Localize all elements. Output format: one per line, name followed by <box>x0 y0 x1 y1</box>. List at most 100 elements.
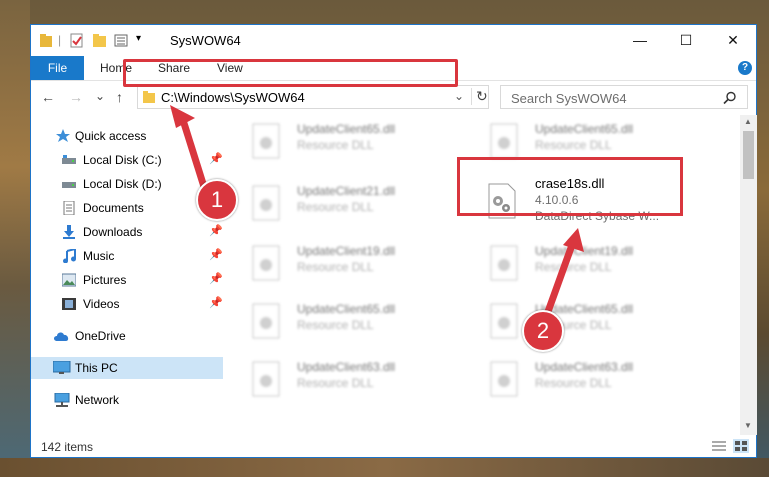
up-icon[interactable]: ↑ <box>116 89 123 105</box>
vertical-scrollbar[interactable]: ▲ ▼ <box>740 115 757 435</box>
file-name: UpdateClient19.dll <box>535 244 634 258</box>
sidebar-item-label: Downloads <box>83 225 143 239</box>
address-bar[interactable]: C:\Windows\SysWOW64 ⌄ ↻ <box>137 85 489 109</box>
properties-icon[interactable] <box>69 33 85 49</box>
sidebar-item-onedrive[interactable]: OneDrive <box>31 325 223 347</box>
minimize-button[interactable]: — <box>617 25 663 56</box>
file-highlight-box <box>457 157 683 216</box>
file-name: UpdateClient65.dll <box>297 122 396 136</box>
callout-1: 1 <box>196 179 238 221</box>
search-icon[interactable] <box>723 91 737 105</box>
cloud-icon <box>54 332 69 341</box>
sidebar-item-label: Local Disk (C:) <box>83 153 162 167</box>
address-dropdown-icon[interactable]: ⌄ <box>454 89 464 103</box>
file-name: UpdateClient65.dll <box>297 302 396 316</box>
sidebar-item-music[interactable]: Music 📌 <box>31 245 223 267</box>
sidebar-item-label: OneDrive <box>75 329 126 343</box>
dll-file-icon <box>252 123 280 159</box>
network-icon <box>54 393 70 407</box>
documents-icon <box>63 201 75 215</box>
customize-icon[interactable] <box>114 33 132 49</box>
desktop-background-bottom <box>0 458 769 477</box>
search-box[interactable]: Search SysWOW64 <box>500 85 748 109</box>
pin-icon[interactable]: 📌 <box>209 296 223 309</box>
file-type: Resource DLL <box>297 260 374 274</box>
file-type: Resource DLL <box>297 318 374 332</box>
sidebar-item-label: Local Disk (D:) <box>83 177 162 191</box>
sidebar-item-quick-access[interactable]: Quick access <box>31 125 223 147</box>
desktop-background <box>0 0 30 477</box>
title-bar: | ▾ SysWOW64 — ☐ ✕ <box>31 25 756 56</box>
search-placeholder: Search SysWOW64 <box>511 91 627 106</box>
sidebar-item-downloads[interactable]: Downloads 📌 <box>31 221 223 243</box>
file-type: Resource DLL <box>535 260 612 274</box>
file-name: UpdateClient63.dll <box>297 360 396 374</box>
file-name: UpdateClient19.dll <box>297 244 396 258</box>
dll-file-icon <box>252 303 280 339</box>
sidebar-item-local-disk-c[interactable]: Local Disk (C:) 📌 <box>31 149 223 171</box>
file-item[interactable]: UpdateClient65.dll Resource DLL <box>225 297 445 347</box>
drive-icon <box>62 155 76 164</box>
star-icon <box>56 129 70 142</box>
explorer-window: | ▾ SysWOW64 — ☐ ✕ File Home Share View … <box>30 24 757 458</box>
sidebar-item-pictures[interactable]: Pictures 📌 <box>31 269 223 291</box>
sidebar-item-label: Videos <box>83 297 120 311</box>
pin-icon[interactable]: 📌 <box>209 272 223 285</box>
sidebar-item-network[interactable]: Network <box>31 389 223 411</box>
videos-icon <box>62 298 76 310</box>
file-name: UpdateClient63.dll <box>535 360 634 374</box>
sidebar-item-label: Quick access <box>75 129 147 143</box>
scrollbar-thumb[interactable] <box>743 131 754 179</box>
maximize-button[interactable]: ☐ <box>663 25 709 56</box>
sidebar-item-local-disk-d[interactable]: Local Disk (D:) <box>31 173 223 195</box>
tab-file[interactable]: File <box>31 56 84 80</box>
scroll-up-icon[interactable]: ▲ <box>744 117 752 126</box>
address-highlight-box <box>123 59 458 87</box>
file-item[interactable]: UpdateClient63.dll Resource DLL <box>225 355 445 405</box>
sidebar-item-label: Documents <box>83 201 144 215</box>
file-item[interactable]: UpdateClient21.dll Resource DLL <box>225 179 445 229</box>
new-folder-icon[interactable] <box>92 33 108 49</box>
details-view-icon[interactable] <box>711 440 727 452</box>
file-item[interactable]: UpdateClient63.dll Resource DLL <box>463 355 683 405</box>
sidebar-item-this-pc[interactable]: This PC <box>31 357 223 379</box>
help-icon[interactable]: ? <box>738 61 752 75</box>
navigation-pane: Quick access Local Disk (C:) 📌 Local Dis… <box>31 115 223 435</box>
dll-file-icon <box>252 185 280 221</box>
dll-file-icon <box>252 245 280 281</box>
file-type: Resource DLL <box>535 138 612 152</box>
dll-file-icon <box>490 361 518 397</box>
file-name: UpdateClient65.dll <box>535 122 634 136</box>
scroll-down-icon[interactable]: ▼ <box>744 421 752 430</box>
recent-locations-icon[interactable]: ⌄ <box>95 89 105 103</box>
pin-icon[interactable]: 📌 <box>209 152 223 165</box>
file-item[interactable]: UpdateClient19.dll Resource DLL <box>463 239 683 289</box>
file-item[interactable]: UpdateClient65.dll Resource DLL <box>225 117 445 167</box>
dll-file-icon <box>490 303 518 339</box>
large-icons-view-icon[interactable] <box>733 439 749 453</box>
sidebar-item-label: Network <box>75 393 120 407</box>
download-icon <box>63 225 75 239</box>
file-item[interactable]: UpdateClient19.dll Resource DLL <box>225 239 445 289</box>
close-button[interactable]: ✕ <box>710 25 756 56</box>
refresh-icon[interactable]: ↻ <box>471 88 488 105</box>
file-name: UpdateClient21.dll <box>297 184 396 198</box>
file-type: Resource DLL <box>297 200 374 214</box>
dll-file-icon <box>252 361 280 397</box>
back-icon[interactable]: ← <box>41 89 55 105</box>
sidebar-item-videos[interactable]: Videos 📌 <box>31 293 223 315</box>
separator: | <box>58 33 62 47</box>
computer-icon <box>53 361 71 374</box>
pictures-icon <box>62 273 76 287</box>
file-item[interactable]: UpdateClient65.dll Resource DLL <box>463 297 683 347</box>
drive-icon <box>62 182 76 188</box>
callout-2: 2 <box>522 310 564 352</box>
qa-dropdown-icon[interactable]: ▾ <box>136 33 141 49</box>
file-type: Resource DLL <box>297 138 374 152</box>
pin-icon[interactable]: 📌 <box>209 248 223 261</box>
dll-file-icon <box>490 245 518 281</box>
pin-icon[interactable]: 📌 <box>209 224 223 237</box>
dll-file-icon <box>490 123 518 159</box>
forward-icon[interactable]: → <box>69 89 83 105</box>
sidebar-item-documents[interactable]: Documents 📌 <box>31 197 223 219</box>
